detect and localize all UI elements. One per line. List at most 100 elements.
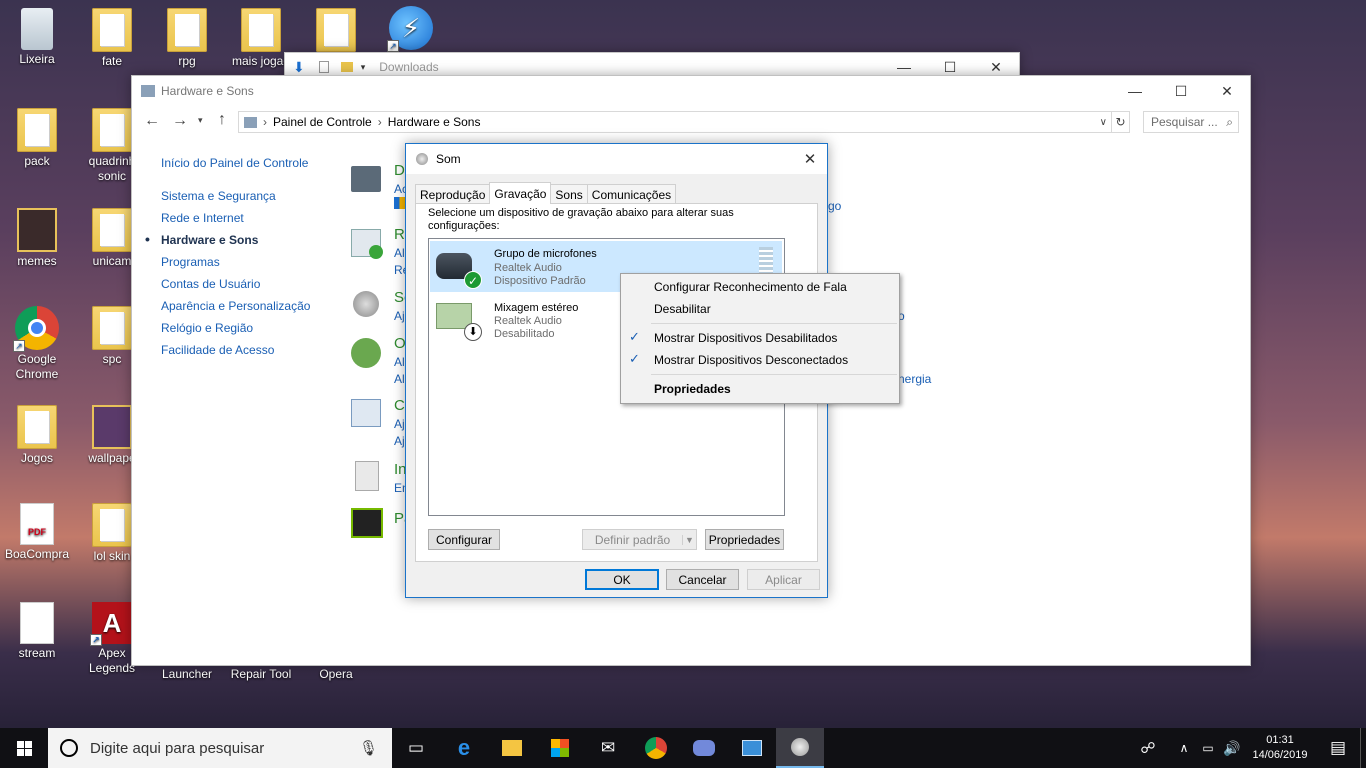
desktop-icon-jogos[interactable]: Jogos xyxy=(2,405,72,466)
desktop-icon-fate[interactable]: fate xyxy=(77,8,147,69)
ok-button[interactable]: OK xyxy=(585,569,659,590)
desktop-icon-opera[interactable]: Opera xyxy=(301,667,371,682)
navigation-bar: ← → ▾ ↑ › Painel de Controle › Hardware … xyxy=(132,110,1250,136)
task-view-icon[interactable]: ▭ xyxy=(392,728,440,768)
control-panel-taskbar-icon[interactable] xyxy=(728,728,776,768)
clock[interactable]: 01:31 14/06/2019 xyxy=(1244,733,1316,763)
taskbar-search-box[interactable]: Digite aqui para pesquisar 🎙 xyxy=(48,728,392,768)
desktop-icon-pack[interactable]: pack xyxy=(2,108,72,169)
address-bar[interactable]: › Painel de Controle › Hardware e Sons ∨ xyxy=(238,111,1112,133)
tab-playback[interactable]: Reprodução xyxy=(415,184,491,204)
back-arrow-icon[interactable]: ← xyxy=(144,112,160,130)
qat-dropdown-icon[interactable]: ▾ xyxy=(361,62,366,73)
nav-link-network[interactable]: Rede e Internet xyxy=(161,211,341,225)
desktop-icon-app-shortcut[interactable]: ⚡ ↗ xyxy=(376,6,446,52)
edge-icon[interactable]: e xyxy=(440,728,488,768)
category-title-autoplay[interactable]: R xyxy=(394,226,405,243)
start-button[interactable] xyxy=(0,728,48,768)
nav-link-user-accounts[interactable]: Contas de Usuário xyxy=(161,277,341,291)
properties-button[interactable]: Propriedades xyxy=(705,529,784,550)
tab-recording[interactable]: Gravação xyxy=(489,182,552,204)
menu-item-label: Mostrar Dispositivos Desconectados xyxy=(654,353,849,367)
desktop-icon-folder-unlabeled[interactable] xyxy=(301,8,371,54)
category-title-power[interactable]: O xyxy=(394,335,406,352)
control-panel-titlebar[interactable]: Hardware e Sons — ☐ ✕ xyxy=(132,76,1250,106)
store-icon[interactable] xyxy=(536,728,584,768)
nav-link-appearance[interactable]: Aparência e Personalização xyxy=(161,299,341,313)
desktop-icon-label: memes xyxy=(17,254,57,268)
category-link[interactable]: Al xyxy=(394,355,405,369)
category-link[interactable]: Al xyxy=(394,246,405,260)
sound-taskbar-icon[interactable] xyxy=(776,728,824,768)
forward-arrow-icon[interactable]: → xyxy=(172,112,188,130)
chrome-icon[interactable] xyxy=(632,728,680,768)
desktop-icon-recycle-bin[interactable]: Lixeira xyxy=(2,8,72,67)
current-bullet-icon: • xyxy=(145,231,150,247)
nav-link-home[interactable]: Início do Painel de Controle xyxy=(161,156,341,170)
discord-icon[interactable] xyxy=(680,728,728,768)
refresh-button[interactable]: ↻ xyxy=(1112,111,1130,133)
device-name: Grupo de microfones xyxy=(494,248,597,260)
close-button[interactable]: ✕ xyxy=(1204,76,1250,106)
category-title-devices[interactable]: D xyxy=(394,162,405,179)
network-icon[interactable]: ▭ xyxy=(1196,728,1220,768)
people-icon[interactable]: ☍ xyxy=(1124,728,1172,768)
category-link[interactable]: Al xyxy=(394,372,405,386)
search-placeholder: Pesquisar ... xyxy=(1151,115,1218,129)
maximize-button[interactable]: ☐ xyxy=(1158,76,1204,106)
menu-item-show-disabled[interactable]: ✓ Mostrar Dispositivos Desabilitados xyxy=(621,327,899,349)
category-link[interactable]: Aj xyxy=(394,434,405,448)
action-center-icon[interactable]: ▤ xyxy=(1316,728,1360,768)
minimize-button[interactable]: — xyxy=(1112,76,1158,106)
desktop-icon-label: wallpape xyxy=(88,451,136,465)
show-desktop-button[interactable] xyxy=(1360,728,1366,768)
uac-shield-icon xyxy=(394,197,405,209)
desktop-icon-stream[interactable]: stream xyxy=(2,602,72,661)
address-dropdown-icon[interactable]: ∨ xyxy=(1100,117,1107,128)
nav-link-clock-region[interactable]: Relógio e Região xyxy=(161,321,341,335)
microphone-icon[interactable]: 🎙 xyxy=(359,739,378,757)
tab-communications[interactable]: Comunicações xyxy=(586,184,677,204)
menu-item-disable[interactable]: Desabilitar xyxy=(621,298,899,320)
close-button[interactable]: ✕ xyxy=(793,144,827,174)
configure-button[interactable]: Configurar xyxy=(428,529,500,550)
folder-icon xyxy=(17,405,57,449)
up-arrow-icon[interactable]: ↑ xyxy=(218,111,226,129)
desktop-icon-boacompra[interactable]: PDF BoaCompra xyxy=(2,503,72,562)
breadcrumb-item[interactable]: Painel de Controle xyxy=(273,115,372,129)
desktop-icon-google-chrome[interactable]: ↗ Google Chrome xyxy=(2,306,72,382)
menu-item-speech-recognition[interactable]: Configurar Reconhecimento de Fala xyxy=(621,276,899,298)
nav-link-ease-of-access[interactable]: Facilidade de Acesso xyxy=(161,343,341,357)
apply-button: Aplicar xyxy=(747,569,820,590)
device-status: Desabilitado xyxy=(494,328,555,340)
display-icon xyxy=(351,399,381,427)
tab-sounds[interactable]: Sons xyxy=(550,184,588,204)
nav-current-hardware-sound: • Hardware e Sons xyxy=(145,231,341,247)
menu-item-properties[interactable]: Propriedades xyxy=(621,378,899,400)
nav-link-programs[interactable]: Programas xyxy=(161,255,341,269)
search-box[interactable]: Pesquisar ... ⌕ xyxy=(1143,111,1239,133)
nav-link-system-security[interactable]: Sistema e Segurança xyxy=(161,189,341,203)
breadcrumb-item[interactable]: Hardware e Sons xyxy=(388,115,481,129)
show-hidden-icons-chevron-icon[interactable]: ∧ xyxy=(1172,728,1196,768)
nvidia-icon xyxy=(351,508,383,538)
category-link[interactable]: Aj xyxy=(394,309,405,323)
breadcrumb-separator-icon: › xyxy=(377,115,382,129)
mail-icon[interactable]: ✉ xyxy=(584,728,632,768)
cancel-button[interactable]: Cancelar xyxy=(666,569,739,590)
desktop-icon-label: Launcher xyxy=(161,667,213,681)
pdf-icon xyxy=(20,602,54,644)
sound-dialog-titlebar[interactable]: Som ✕ xyxy=(406,144,827,174)
desktop-icon-memes[interactable]: memes xyxy=(2,208,72,269)
volume-icon[interactable]: 🔊 xyxy=(1220,728,1244,768)
category-link[interactable]: Aj xyxy=(394,417,405,431)
category-link-fragment[interactable]: nergia xyxy=(898,372,931,386)
menu-item-show-disconnected[interactable]: ✓ Mostrar Dispositivos Desconectados xyxy=(621,349,899,371)
file-explorer-icon[interactable] xyxy=(488,728,536,768)
desktop-icon-rpg[interactable]: rpg xyxy=(152,8,222,69)
recent-locations-chevron-icon[interactable]: ▾ xyxy=(198,115,203,126)
desktop-icon-launcher[interactable]: Launcher xyxy=(152,667,222,682)
desktop-icon-repair-tool[interactable]: Repair Tool xyxy=(226,667,296,682)
context-menu[interactable]: Configurar Reconhecimento de Fala Desabi… xyxy=(620,273,900,404)
category-link-fragment[interactable]: go xyxy=(828,199,841,213)
